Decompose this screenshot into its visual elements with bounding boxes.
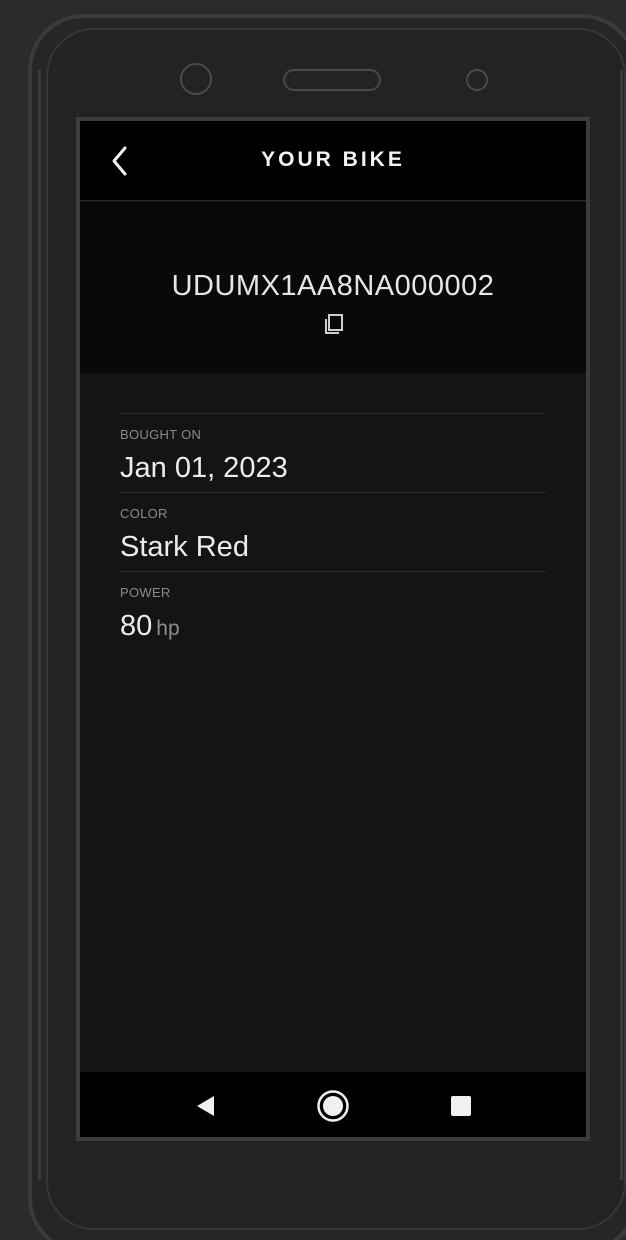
nav-recents-button[interactable]: [450, 1095, 472, 1117]
power-number: 80: [120, 610, 153, 642]
detail-power: POWER 80 hp: [120, 571, 546, 650]
front-camera: [180, 63, 212, 95]
color-value: Stark Red: [120, 531, 249, 564]
home-circle-icon: [317, 1090, 349, 1122]
power-label: POWER: [120, 585, 171, 600]
nav-back-button[interactable]: [194, 1094, 218, 1118]
bike-details-list: BOUGHT ON Jan 01, 2023 COLOR Stark Red P…: [120, 413, 546, 650]
color-label: COLOR: [120, 506, 168, 521]
nav-home-button[interactable]: [316, 1089, 350, 1123]
copy-icon: [325, 314, 343, 334]
color-name: Stark Red: [120, 531, 249, 563]
vin-number: UDUMX1AA8NA000002: [171, 270, 495, 302]
earpiece-speaker: [283, 69, 381, 91]
square-recents-icon: [451, 1096, 471, 1116]
power-unit: hp: [156, 617, 180, 640]
android-nav-bar: [80, 1072, 586, 1137]
app-header: YOUR BIKE: [80, 121, 586, 201]
bought-on-date: Jan 01, 2023: [120, 452, 288, 484]
bought-on-label: BOUGHT ON: [120, 427, 202, 442]
proximity-sensor: [466, 69, 488, 91]
phone-side-left: [38, 70, 41, 1180]
power-value: 80 hp: [120, 610, 180, 643]
vin-panel: UDUMX1AA8NA000002: [80, 202, 586, 373]
phone-side-right: [620, 70, 623, 1180]
triangle-back-icon: [197, 1096, 214, 1116]
copy-vin-button[interactable]: [321, 312, 347, 338]
detail-bought-on: BOUGHT ON Jan 01, 2023: [120, 413, 546, 492]
phone-screen: YOUR BIKE UDUMX1AA8NA000002 BOUGHT ON Ja…: [76, 117, 590, 1141]
page-title: YOUR BIKE: [261, 148, 405, 171]
bought-on-value: Jan 01, 2023: [120, 452, 288, 485]
page: YOUR BIKE UDUMX1AA8NA000002 BOUGHT ON Ja…: [0, 0, 626, 1240]
detail-color: COLOR Stark Red: [120, 492, 546, 571]
